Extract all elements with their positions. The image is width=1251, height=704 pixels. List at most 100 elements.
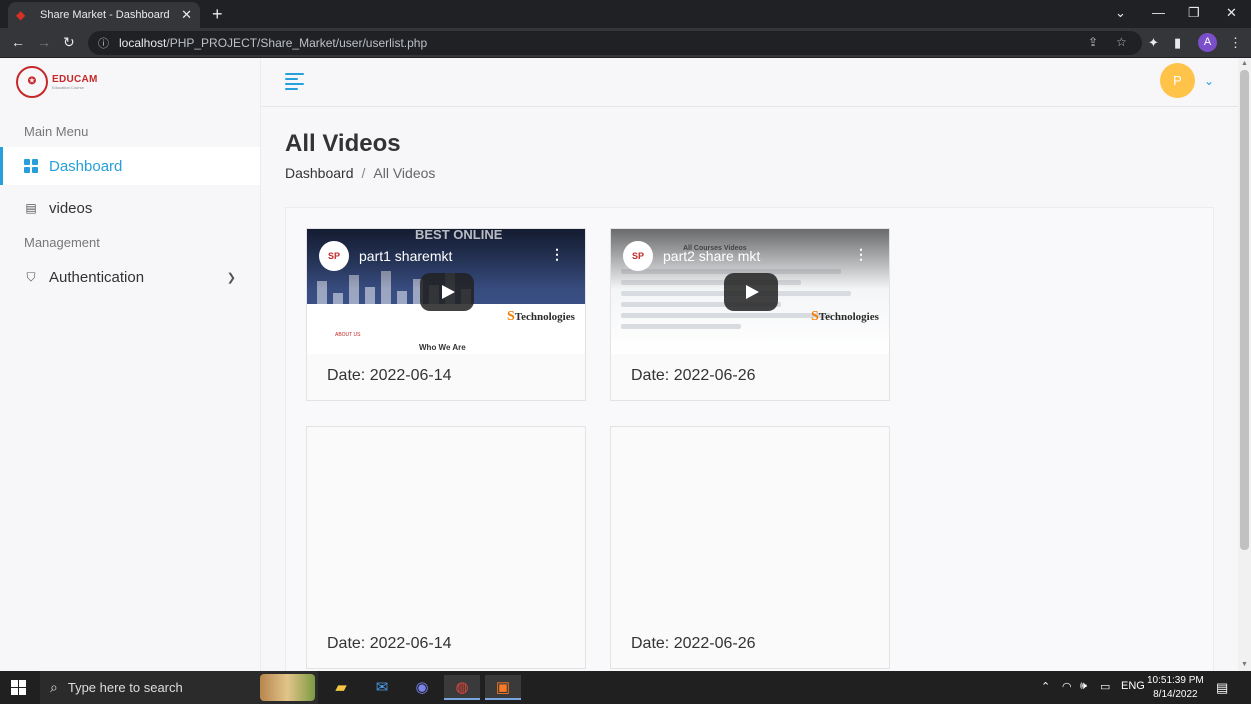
- sidebar-item-label: Dashboard: [49, 157, 123, 175]
- who-we-are-text: Who We Are: [419, 343, 466, 352]
- tab-title: Share Market - Dashboard: [40, 9, 170, 21]
- video-date: Date: 2022-06-26: [631, 367, 756, 384]
- browser-tab-strip: ◆ Share Market - Dashboard ✕ + ⌄ — ❐ ✕: [0, 0, 1251, 28]
- channel-avatar[interactable]: SP: [623, 241, 653, 271]
- shield-icon: ⛉: [26, 270, 36, 284]
- browser-toolbar: ← → ↻ ⓘ localhost /PHP_PROJECT/Share_Mar…: [0, 28, 1251, 58]
- channel-avatar[interactable]: SP: [319, 241, 349, 271]
- video-date: Date: 2022-06-26: [631, 635, 756, 652]
- sidebar-item-videos[interactable]: ▤ videos: [0, 189, 260, 227]
- os-taskbar: ⌕ Type here to search ▰ ✉ ◉ ◍ ▣ ⌃ ◠ 🕪 ▭ …: [0, 671, 1251, 704]
- video-player[interactable]: BEST ONLINE SP part1 sharemkt ⋮ ABOUT US…: [307, 229, 585, 354]
- scroll-up-icon[interactable]: ▲: [1241, 60, 1248, 67]
- play-button[interactable]: [724, 273, 778, 311]
- sidebar-item-dashboard[interactable]: Dashboard: [0, 147, 260, 185]
- maximize-icon[interactable]: ❐: [1188, 5, 1200, 21]
- notifications-icon[interactable]: ▤: [1216, 680, 1228, 696]
- share-icon[interactable]: ⇪: [1088, 35, 1098, 49]
- volume-icon[interactable]: 🕪: [1080, 680, 1087, 693]
- grid-icon: [24, 159, 38, 173]
- sidebar-item-label: Authentication: [49, 268, 145, 286]
- page-title: All Videos: [285, 130, 401, 157]
- sidebar: ✪ EDUCAM Education Course Main Menu Dash…: [0, 58, 261, 671]
- extensions-icon[interactable]: ✦: [1148, 35, 1159, 51]
- url-host: localhost: [119, 36, 167, 50]
- browser-menu-icon[interactable]: ⋮: [1229, 35, 1242, 51]
- video-title[interactable]: part1 sharemkt: [359, 248, 452, 264]
- tab-search-chevron-icon[interactable]: ⌄: [1115, 5, 1126, 21]
- breadcrumb-home-link[interactable]: Dashboard: [285, 165, 354, 181]
- chevron-right-icon: ❯: [226, 271, 236, 284]
- chrome-icon[interactable]: ◍: [444, 675, 480, 700]
- page-scrollbar[interactable]: ▲ ▼: [1238, 58, 1251, 671]
- forward-icon[interactable]: →: [37, 34, 51, 50]
- brand-watermark: STechnologies: [811, 309, 879, 324]
- logo-name: EDUCAM: [52, 74, 98, 85]
- tab-close-icon[interactable]: ✕: [181, 7, 192, 23]
- scroll-down-icon[interactable]: ▼: [1241, 661, 1248, 668]
- search-icon: ⌕: [50, 679, 58, 695]
- about-us-text: ABOUT US: [335, 332, 361, 338]
- system-clock[interactable]: 10:51:39 PM 8/14/2022: [1147, 674, 1204, 702]
- logo[interactable]: ✪ EDUCAM Education Course: [16, 66, 98, 98]
- thumbnail-heading: BEST ONLINE: [415, 229, 503, 242]
- scrollbar-thumb[interactable]: [1240, 70, 1249, 550]
- site-favicon-icon: ◆: [16, 8, 26, 22]
- video-card: All Courses Videos SP part2 share mkt ⋮ …: [610, 228, 890, 401]
- bookmark-star-icon[interactable]: ☆: [1116, 35, 1127, 49]
- page-viewport: ✪ EDUCAM Education Course Main Menu Dash…: [0, 58, 1251, 671]
- teams-icon[interactable]: ◉: [404, 675, 440, 700]
- video-date: Date: 2022-06-14: [327, 635, 452, 652]
- breadcrumb-separator: /: [361, 165, 366, 181]
- more-options-icon[interactable]: ⋮: [550, 246, 564, 263]
- more-options-icon[interactable]: ⋮: [854, 246, 868, 263]
- book-icon: ▤: [25, 201, 37, 215]
- logo-emblem-icon: ✪: [16, 66, 48, 98]
- logo-subtitle: Education Course: [52, 85, 84, 90]
- new-tab-icon[interactable]: +: [212, 4, 223, 25]
- minimize-icon[interactable]: —: [1152, 5, 1165, 20]
- sidebar-item-authentication[interactable]: ⛉ Authentication ❯: [0, 258, 260, 296]
- tray-chevron-icon[interactable]: ⌃: [1041, 680, 1050, 693]
- browser-profile-avatar[interactable]: A: [1198, 33, 1217, 52]
- sidebar-item-label: videos: [49, 199, 93, 217]
- play-button[interactable]: [420, 273, 474, 311]
- back-icon[interactable]: ←: [11, 34, 25, 50]
- taskbar-search-input[interactable]: ⌕ Type here to search: [40, 671, 318, 704]
- network-icon[interactable]: ◠: [1062, 680, 1072, 693]
- breadcrumb: Dashboard / All Videos: [285, 165, 435, 181]
- taskbar-search-placeholder: Type here to search: [67, 680, 183, 695]
- breadcrumb-current: All Videos: [373, 165, 436, 181]
- windows-start-icon[interactable]: [11, 680, 26, 695]
- battery-icon[interactable]: ▭: [1100, 680, 1110, 693]
- user-avatar[interactable]: P: [1160, 63, 1195, 98]
- videos-panel: BEST ONLINE SP part1 sharemkt ⋮ ABOUT US…: [285, 207, 1214, 671]
- window-close-icon[interactable]: ✕: [1226, 5, 1237, 21]
- browser-tab[interactable]: ◆ Share Market - Dashboard ✕: [8, 2, 200, 28]
- video-card: Date: 2022-06-26: [610, 426, 890, 669]
- mail-icon[interactable]: ✉: [364, 675, 400, 700]
- brand-watermark: STechnologies: [507, 309, 575, 324]
- search-highlight-image: [260, 674, 315, 701]
- main-content: All Videos Dashboard / All Videos BEST O…: [261, 107, 1238, 671]
- language-indicator[interactable]: ENG: [1121, 680, 1145, 692]
- top-header: P ⌄: [261, 58, 1238, 107]
- reload-icon[interactable]: ↻: [63, 34, 75, 51]
- url-path: /PHP_PROJECT/Share_Market/user/userlist.…: [166, 36, 428, 50]
- video-card: Date: 2022-06-14: [306, 426, 586, 669]
- video-player[interactable]: All Courses Videos SP part2 share mkt ⋮ …: [611, 229, 889, 354]
- video-title[interactable]: part2 share mkt: [663, 248, 760, 264]
- management-title: Management: [24, 235, 100, 250]
- site-info-icon[interactable]: ⓘ: [98, 35, 109, 51]
- clock-time: 10:51:39 PM: [1147, 675, 1204, 686]
- video-date: Date: 2022-06-14: [327, 367, 452, 384]
- menu-toggle-icon[interactable]: [285, 73, 304, 91]
- side-panel-icon[interactable]: ▮: [1174, 35, 1181, 51]
- main-menu-title: Main Menu: [24, 124, 89, 139]
- xampp-icon[interactable]: ▣: [485, 675, 521, 700]
- address-bar[interactable]: ⓘ localhost /PHP_PROJECT/Share_Market/us…: [88, 31, 1142, 55]
- clock-date: 8/14/2022: [1153, 689, 1198, 700]
- video-card: BEST ONLINE SP part1 sharemkt ⋮ ABOUT US…: [306, 228, 586, 401]
- chevron-down-icon[interactable]: ⌄: [1204, 74, 1214, 88]
- file-explorer-icon[interactable]: ▰: [323, 675, 359, 700]
